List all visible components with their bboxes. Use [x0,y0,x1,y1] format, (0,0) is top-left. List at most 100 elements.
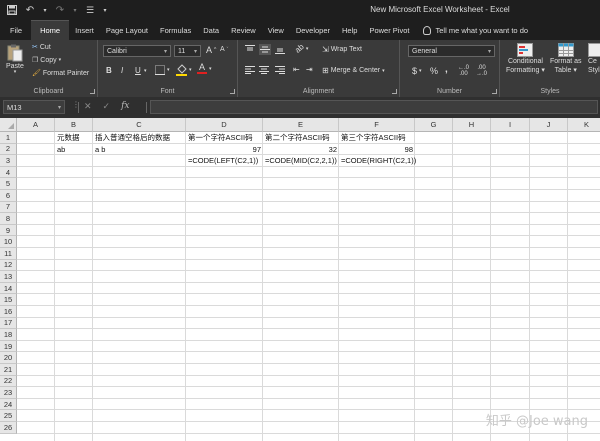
column-header-h[interactable]: H [453,118,491,132]
italic-button[interactable]: I [121,66,123,75]
tab-power-pivot[interactable]: Power Pivot [363,20,415,40]
dialog-launcher-icon[interactable] [392,89,397,94]
row-header-20[interactable]: 20 [0,352,17,364]
wrap-text-button[interactable]: ⇲ Wrap Text [322,45,362,54]
column-header-f[interactable]: F [339,118,415,132]
paste-button[interactable]: Paste ▾ [6,44,24,75]
dialog-launcher-icon[interactable] [492,89,497,94]
tab-home[interactable]: Home [31,20,70,40]
row-header-26[interactable]: 26 [0,422,17,434]
increase-indent-button[interactable]: ⇥ [306,65,313,74]
insert-function-icon[interactable]: fx [121,101,129,112]
row-header-25[interactable]: 25 [0,410,17,422]
column-header-c[interactable]: C [93,118,186,132]
dialog-launcher-icon[interactable] [90,89,95,94]
decrease-decimal-button[interactable]: .00 →.0 [476,65,487,77]
tab-page-layout[interactable]: Page Layout [100,20,154,40]
number-format-select[interactable]: General ▾ [408,45,495,57]
column-header-d[interactable]: D [186,118,263,132]
cell-c1[interactable]: 插入普通空格后的数据 [94,132,171,143]
row-header-13[interactable]: 13 [0,271,17,283]
bottom-align-button[interactable] [275,45,285,54]
row-header-19[interactable]: 19 [0,340,17,353]
row-header-11[interactable]: 11 [0,248,17,260]
font-family-select[interactable]: Calibri ▾ [103,45,171,57]
row-header-16[interactable]: 16 [0,306,17,318]
tab-file[interactable]: File [0,20,31,40]
font-color-button[interactable]: A ▾ [197,63,212,74]
column-header-b[interactable]: B [55,118,93,132]
row-header-3[interactable]: 3 [0,155,17,167]
align-left-button[interactable] [245,66,255,74]
column-header-e[interactable]: E [263,118,339,132]
cell-f1[interactable]: 第三个字符ASCII码 [340,132,407,143]
tab-formulas[interactable]: Formulas [154,20,197,40]
chevron-down-icon[interactable]: ▾ [144,68,147,74]
row-header-14[interactable]: 14 [0,282,17,295]
row-header-2[interactable]: 2 [0,143,17,156]
enter-icon[interactable]: ✓ [103,101,111,112]
row-header-6[interactable]: 6 [0,190,17,202]
cell-f3[interactable]: =CODE(RIGHT(C2,1)) [340,155,417,166]
cancel-icon[interactable]: ✕ [84,101,92,112]
currency-button[interactable]: $ ▾ [412,66,422,76]
bold-button[interactable]: B [106,66,112,75]
align-center-button[interactable] [259,66,269,74]
formula-input[interactable] [150,100,598,114]
row-header-15[interactable]: 15 [0,294,17,306]
row-header-17[interactable]: 17 [0,317,17,330]
row-header-12[interactable]: 12 [0,259,17,272]
cell-b2[interactable]: ab [56,144,66,155]
tell-me-box[interactable]: Tell me what you want to do [415,20,534,40]
tab-view[interactable]: View [262,20,290,40]
fill-color-button[interactable]: ▾ [176,64,192,76]
column-header-g[interactable]: G [415,118,453,132]
font-size-select[interactable]: 11 ▾ [174,45,201,57]
cell-e3[interactable]: =CODE(MID(C2,2,1)) [264,155,338,166]
column-header-k[interactable]: K [568,118,600,132]
orientation-button[interactable]: ab ▾ [293,42,308,55]
decrease-indent-button[interactable]: ⇤ [293,65,300,74]
name-box[interactable]: M13 ▾ [3,100,65,114]
merge-center-button[interactable]: ⊞ Merge & Center ▾ [322,66,385,75]
cell-d1[interactable]: 第一个字符ASCII码 [187,132,254,143]
row-header-4[interactable]: 4 [0,166,17,179]
row-header-10[interactable]: 10 [0,236,17,248]
grow-font-button[interactable]: A ^ [206,45,216,55]
row-header-21[interactable]: 21 [0,364,17,376]
cell-d3[interactable]: =CODE(LEFT(C2,1)) [187,155,259,166]
copy-button[interactable]: ❐ Copy ▾ [32,56,61,65]
increase-decimal-button[interactable]: ←.0.00 [458,65,469,77]
borders-button[interactable]: ▾ [155,65,170,75]
select-all-button[interactable] [0,118,17,132]
cut-button[interactable]: ✂ Cut [32,43,51,52]
format-as-table-button[interactable]: Format as Table ▾ [550,43,582,75]
tab-review[interactable]: Review [225,20,262,40]
comma-button[interactable]: , [445,64,448,75]
align-right-button[interactable] [275,66,285,74]
tab-help[interactable]: Help [336,20,363,40]
middle-align-button[interactable] [259,44,271,55]
column-header-a[interactable]: A [17,118,55,132]
row-header-9[interactable]: 9 [0,224,17,237]
tab-developer[interactable]: Developer [290,20,336,40]
cell-c2[interactable]: a b [94,144,106,155]
row-header-5[interactable]: 5 [0,178,17,190]
cell-f2[interactable]: 98 [340,144,414,155]
row-header-1[interactable]: 1 [0,132,17,144]
tab-insert[interactable]: Insert [69,20,100,40]
tab-data[interactable]: Data [197,20,225,40]
format-painter-button[interactable]: 🖌 Format Painter [32,69,89,78]
conditional-formatting-button[interactable]: Conditional Formatting ▾ [506,43,545,75]
cell-styles-button[interactable]: Ce Style [588,43,600,75]
row-header-22[interactable]: 22 [0,375,17,388]
underline-button[interactable]: U [135,66,141,75]
top-align-button[interactable] [245,45,255,54]
percent-button[interactable]: % [430,66,438,76]
column-header-i[interactable]: I [491,118,530,132]
shrink-font-button[interactable]: Aˇ [220,46,228,53]
row-header-23[interactable]: 23 [0,387,17,399]
cell-e2[interactable]: 32 [264,144,338,155]
cell-e1[interactable]: 第二个字符ASCII码 [264,132,331,143]
row-header-24[interactable]: 24 [0,398,17,411]
